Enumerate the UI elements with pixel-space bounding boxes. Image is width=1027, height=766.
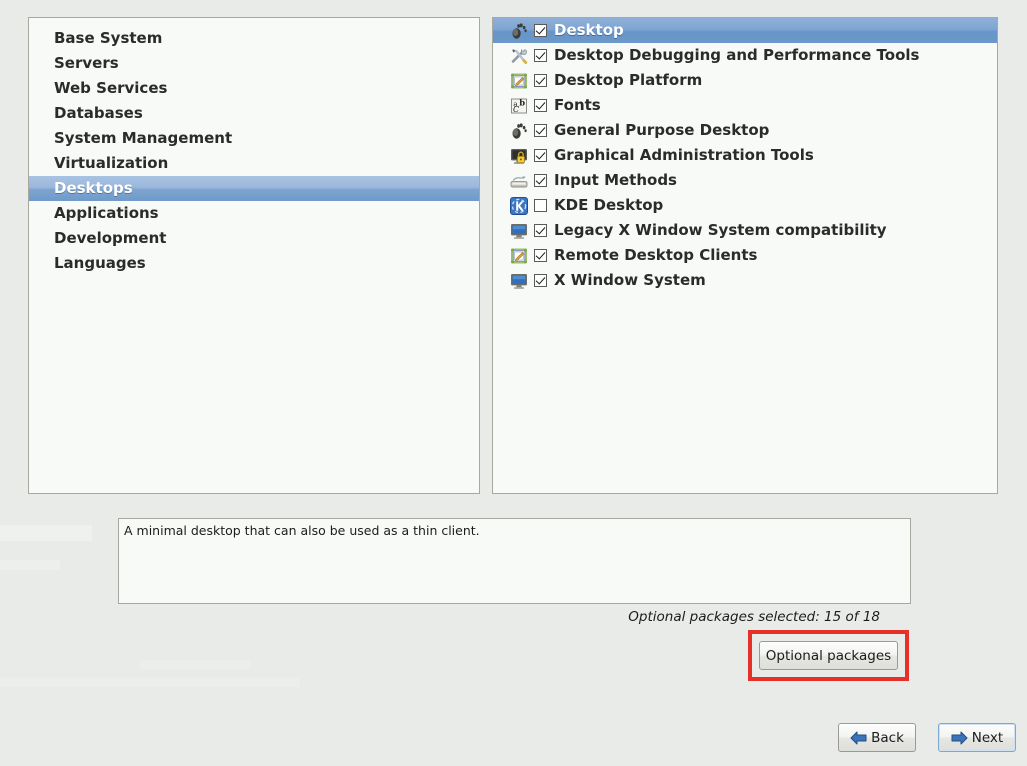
category-checkbox[interactable] (534, 199, 547, 212)
background-artifact (140, 660, 250, 669)
gnome-footprint-icon (510, 22, 528, 40)
category-row-desktop-platform[interactable]: Desktop Platform (493, 68, 997, 93)
category-row-legacy-x-window-system-compatibility[interactable]: Legacy X Window System compatibility (493, 218, 997, 243)
group-description-box: A minimal desktop that can also be used … (118, 518, 911, 604)
category-row-graphical-administration-tools[interactable]: Graphical Administration Tools (493, 143, 997, 168)
category-checkbox[interactable] (534, 49, 547, 62)
document-edit-icon (510, 247, 528, 265)
category-checkbox[interactable] (534, 24, 547, 37)
group-item-databases[interactable]: Databases (29, 101, 479, 126)
monitor-icon (510, 222, 528, 240)
category-checkbox[interactable] (534, 99, 547, 112)
back-button-label: Back (871, 729, 904, 746)
category-label: KDE Desktop (554, 196, 664, 214)
category-row-kde-desktop[interactable]: KDE Desktop (493, 193, 997, 218)
category-checkbox[interactable] (534, 124, 547, 137)
group-item-desktops[interactable]: Desktops (29, 176, 479, 201)
monitor-icon (510, 272, 528, 290)
fonts-glyph-icon: abC (510, 97, 528, 115)
group-item-web-services[interactable]: Web Services (29, 76, 479, 101)
next-button-label: Next (971, 729, 1004, 746)
category-checkbox[interactable] (534, 224, 547, 237)
kde-logo-icon (510, 196, 528, 215)
optional-packages-status: Optional packages selected: 15 of 18 (628, 609, 880, 625)
category-row-fonts[interactable]: a b C Fonts (493, 93, 997, 118)
arrow-right-icon (951, 731, 968, 745)
package-category-panel[interactable]: Desktop Desktop Debugging and Performance… (492, 17, 998, 494)
category-label: General Purpose Desktop (554, 121, 770, 139)
group-item-languages[interactable]: Languages (29, 251, 479, 276)
next-button[interactable]: Next (938, 723, 1016, 752)
category-label: Desktop (554, 21, 624, 39)
category-row-desktop-debugging-and-performance-tools[interactable]: Desktop Debugging and Performance Tools (493, 43, 997, 68)
keyboard-icon (510, 172, 528, 190)
group-item-virtualization[interactable]: Virtualization (29, 151, 479, 176)
background-artifact (0, 560, 60, 570)
category-label: X Window System (554, 271, 706, 289)
category-checkbox[interactable] (534, 274, 547, 287)
category-row-desktop[interactable]: Desktop (493, 18, 997, 43)
optional-packages-button[interactable]: Optional packages (759, 641, 898, 670)
svg-text:C: C (513, 105, 519, 114)
arrow-left-icon (850, 731, 867, 745)
group-item-base-system[interactable]: Base System (29, 26, 479, 51)
category-checkbox[interactable] (534, 174, 547, 187)
group-item-development[interactable]: Development (29, 226, 479, 251)
package-category-list[interactable]: Desktop Desktop Debugging and Performance… (493, 18, 997, 293)
gnome-footprint-icon (510, 122, 528, 140)
category-row-remote-desktop-clients[interactable]: Remote Desktop Clients (493, 243, 997, 268)
category-row-x-window-system[interactable]: X Window System (493, 268, 997, 293)
category-label: Desktop Debugging and Performance Tools (554, 46, 920, 64)
category-label: Remote Desktop Clients (554, 246, 758, 264)
category-row-general-purpose-desktop[interactable]: General Purpose Desktop (493, 118, 997, 143)
document-edit-icon (510, 72, 528, 90)
group-description-text: A minimal desktop that can also be used … (124, 523, 480, 538)
category-label: Graphical Administration Tools (554, 146, 814, 164)
category-row-input-methods[interactable]: Input Methods (493, 168, 997, 193)
category-checkbox[interactable] (534, 149, 547, 162)
category-checkbox[interactable] (534, 74, 547, 87)
svg-text:b: b (519, 97, 525, 107)
package-group-panel[interactable]: Base System Servers Web Services Databases S… (28, 17, 480, 494)
wrench-screwdriver-icon (510, 47, 528, 65)
group-item-servers[interactable]: Servers (29, 51, 479, 76)
category-checkbox[interactable] (534, 249, 547, 262)
background-artifact (0, 678, 300, 687)
package-group-list[interactable]: Base System Servers Web Services Databases S… (29, 18, 479, 276)
optional-packages-button-label: Optional packages (765, 647, 892, 664)
group-item-system-management[interactable]: System Management (29, 126, 479, 151)
monitor-lock-icon (510, 147, 528, 165)
category-label: Input Methods (554, 171, 677, 189)
group-item-applications[interactable]: Applications (29, 201, 479, 226)
background-artifact (0, 525, 92, 541)
back-button[interactable]: Back (838, 723, 916, 752)
category-label: Fonts (554, 96, 601, 114)
category-label: Desktop Platform (554, 71, 703, 89)
category-label: Legacy X Window System compatibility (554, 221, 887, 239)
